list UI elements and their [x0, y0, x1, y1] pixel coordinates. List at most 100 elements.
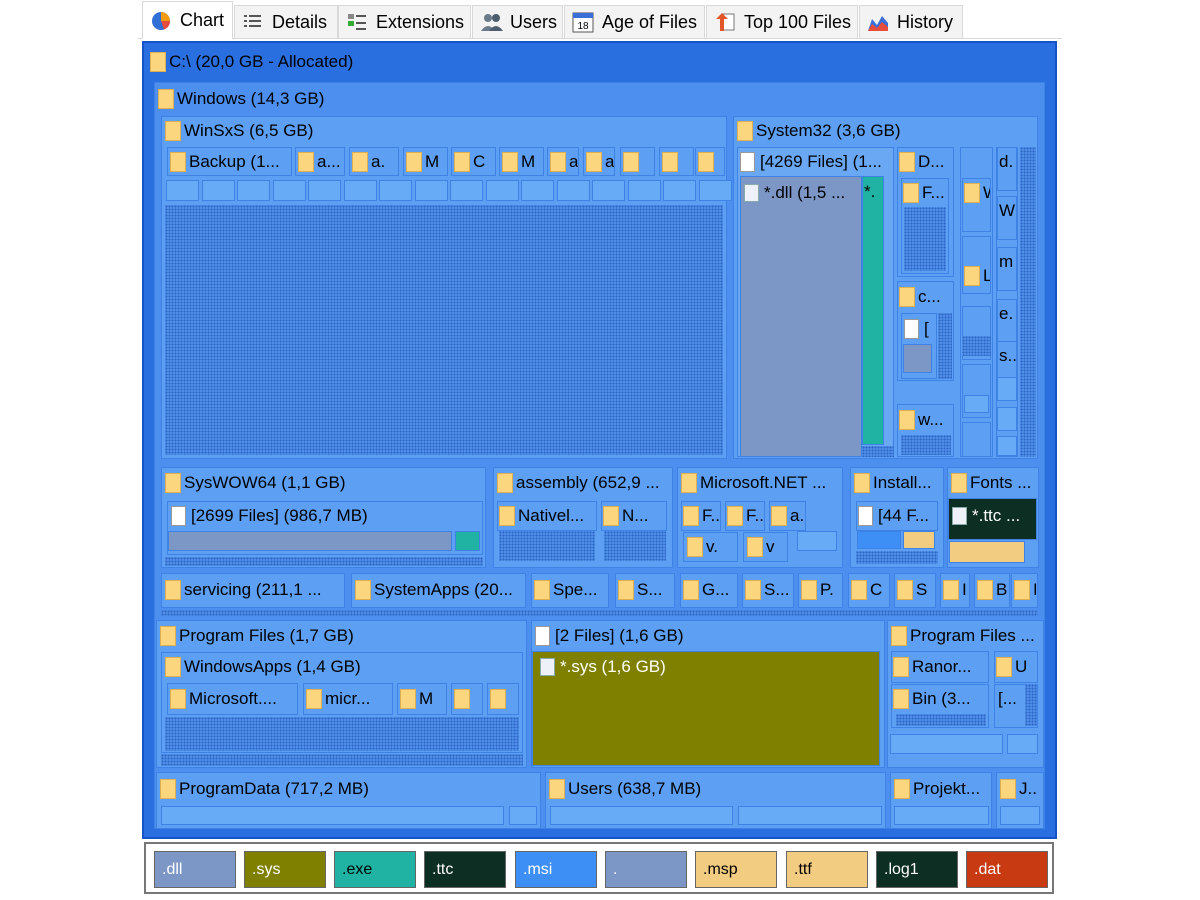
windowsapps-child-header[interactable]: micr... — [306, 686, 391, 712]
windows-folder-header[interactable]: Windows (14,3 GB) — [158, 86, 1042, 112]
exe-files-block[interactable] — [862, 176, 884, 445]
system32-bracket-header[interactable]: [ — [904, 316, 936, 342]
winsxs-small-block[interactable] — [663, 180, 696, 201]
system32-col2-block-3[interactable] — [962, 422, 991, 457]
legend-item-msi[interactable]: .msi — [515, 851, 597, 888]
j-header[interactable]: J.. — [1000, 775, 1042, 803]
winsxs-child-header[interactable]: a — [550, 149, 578, 174]
winsxs-small-block[interactable] — [237, 180, 270, 201]
programdata-block[interactable] — [509, 806, 537, 825]
system32-d-header[interactable]: D... — [899, 149, 951, 175]
winsxs-small-block[interactable] — [166, 180, 199, 201]
program-files-x86-block[interactable] — [1007, 734, 1038, 754]
users-block[interactable] — [550, 806, 733, 825]
tab-users[interactable]: Users — [472, 5, 563, 38]
systemapps-folder-header[interactable]: SystemApps (20... — [355, 576, 524, 604]
tab-age-of-files[interactable]: 18 Age of Files — [564, 5, 705, 38]
dll-files-header[interactable]: *.dll (1,5 ... — [744, 180, 860, 206]
legend-item-dat[interactable]: .dat — [966, 851, 1048, 888]
small-folder-header[interactable]: C — [851, 576, 888, 604]
system32-folder-header[interactable]: System32 (3,6 GB) — [737, 118, 1035, 144]
system32-col3-header[interactable]: m — [999, 249, 1017, 275]
winsxs-child-header[interactable]: a... — [298, 149, 344, 174]
system32-w-header[interactable]: w... — [899, 407, 951, 433]
system32-col3-header[interactable]: W — [999, 198, 1017, 224]
tab-details[interactable]: Details — [234, 5, 338, 38]
winsxs-small-block[interactable] — [201, 180, 235, 201]
install-msp-block[interactable] — [903, 531, 935, 549]
j-block[interactable] — [1000, 806, 1040, 825]
small-folder-header[interactable]: S — [897, 576, 934, 604]
winsxs-child-header[interactable]: Backup (1... — [170, 149, 291, 174]
fonts-ttc-header[interactable]: *.ttc ... — [952, 502, 1036, 530]
legend-item-log1[interactable]: .log1 — [876, 851, 958, 888]
install-files-header[interactable]: [44 F... — [858, 503, 936, 529]
program-files-header[interactable]: Program Files (1,7 GB) — [160, 622, 524, 650]
system32-col3-header[interactable]: d. — [999, 149, 1017, 175]
small-folder-header[interactable]: P. — [801, 576, 841, 604]
winsxs-child-header[interactable]: C — [454, 149, 495, 174]
program-files-x86-block[interactable] — [890, 734, 1003, 754]
winsxs-small-block[interactable] — [521, 180, 554, 201]
legend-item-sys[interactable]: .sys — [244, 851, 326, 888]
winsxs-child-header[interactable]: a — [586, 149, 614, 174]
winsxs-small-block[interactable] — [379, 180, 412, 201]
tab-history[interactable]: History — [859, 5, 963, 38]
install-folder-header[interactable]: Install... — [854, 470, 942, 496]
sys-file-header[interactable]: *.sys (1,6 GB) — [540, 654, 878, 680]
u-header[interactable]: U — [996, 654, 1036, 680]
winsxs-small-block[interactable] — [414, 180, 448, 201]
small-folder-header[interactable]: Spe... — [534, 576, 607, 604]
assembly-nativel-header[interactable]: Nativel... — [499, 503, 595, 529]
winsxs-small-block[interactable] — [308, 180, 341, 201]
system32-col3-block[interactable] — [997, 377, 1017, 401]
projekt-block[interactable] — [894, 806, 989, 825]
projekt-header[interactable]: Projekt... — [894, 775, 989, 803]
system32-c-header[interactable]: c... — [899, 284, 951, 310]
winsxs-small-block[interactable] — [343, 180, 377, 201]
system32-col3-block[interactable] — [997, 436, 1017, 456]
assembly-folder-header[interactable]: assembly (652,9 ... — [497, 470, 669, 496]
program-files-x86-header[interactable]: Program Files ... — [891, 622, 1041, 650]
dotnet-block[interactable] — [797, 531, 837, 551]
winsxs-child-header[interactable]: M — [406, 149, 447, 174]
small-folder-header[interactable]: I... — [1014, 576, 1036, 604]
fonts-folder-header[interactable]: Fonts ... — [951, 470, 1037, 496]
dotnet-v2-header[interactable]: v — [747, 534, 787, 560]
winsxs-child-header[interactable] — [623, 149, 654, 174]
system32-col2-l-header[interactable]: L. — [964, 263, 990, 289]
users-header[interactable]: Users (638,7 MB) — [549, 775, 883, 803]
servicing-folder-header[interactable]: servicing (211,1 ... — [165, 576, 342, 604]
install-msi-block[interactable] — [857, 531, 901, 549]
exe-files-header[interactable]: *. — [864, 180, 884, 204]
legend-item-dll[interactable]: .dll — [154, 851, 236, 888]
dotnet-child-header[interactable]: a. — [771, 503, 805, 529]
two-files-header[interactable]: [2 Files] (1,6 GB) — [535, 622, 881, 650]
small-folder-header[interactable]: I — [943, 576, 968, 604]
system32-col3-block[interactable] — [997, 407, 1017, 431]
windowsapps-child-header[interactable]: M — [400, 686, 445, 712]
programdata-block[interactable] — [161, 806, 504, 825]
root-drive-header[interactable]: C:\ (20,0 GB - Allocated) — [150, 48, 1055, 76]
tab-top-100-files[interactable]: Top 100 Files — [706, 5, 858, 38]
dotnet-child-header[interactable]: F... — [683, 503, 720, 529]
small-folder-header[interactable]: S... — [618, 576, 673, 604]
syswow64-dll-block[interactable] — [168, 531, 452, 551]
windowsapps-child-header[interactable] — [490, 686, 517, 712]
legend-item-dot[interactable]: . — [605, 851, 687, 888]
assembly-n-header[interactable]: N... — [603, 503, 665, 529]
syswow64-folder-header[interactable]: SysWOW64 (1,1 GB) — [165, 470, 483, 496]
legend-item-ttf[interactable]: .ttf — [786, 851, 868, 888]
winsxs-folder-header[interactable]: WinSxS (6,5 GB) — [165, 118, 725, 144]
legend-item-msp[interactable]: .msp — [695, 851, 777, 888]
small-folder-header[interactable]: S... — [745, 576, 792, 604]
tab-chart[interactable]: Chart — [142, 1, 233, 39]
dotnet-child-header[interactable]: F... — [727, 503, 764, 529]
winsxs-child-header[interactable] — [698, 149, 724, 174]
bin-header[interactable]: Bin (3... — [893, 686, 987, 712]
winsxs-small-block[interactable] — [450, 180, 483, 201]
system32-col2-small[interactable] — [964, 395, 989, 413]
bracket-small-header[interactable]: [... — [998, 686, 1024, 712]
system32-f-header[interactable]: F... — [903, 180, 947, 206]
winsxs-small-block[interactable] — [556, 180, 590, 201]
